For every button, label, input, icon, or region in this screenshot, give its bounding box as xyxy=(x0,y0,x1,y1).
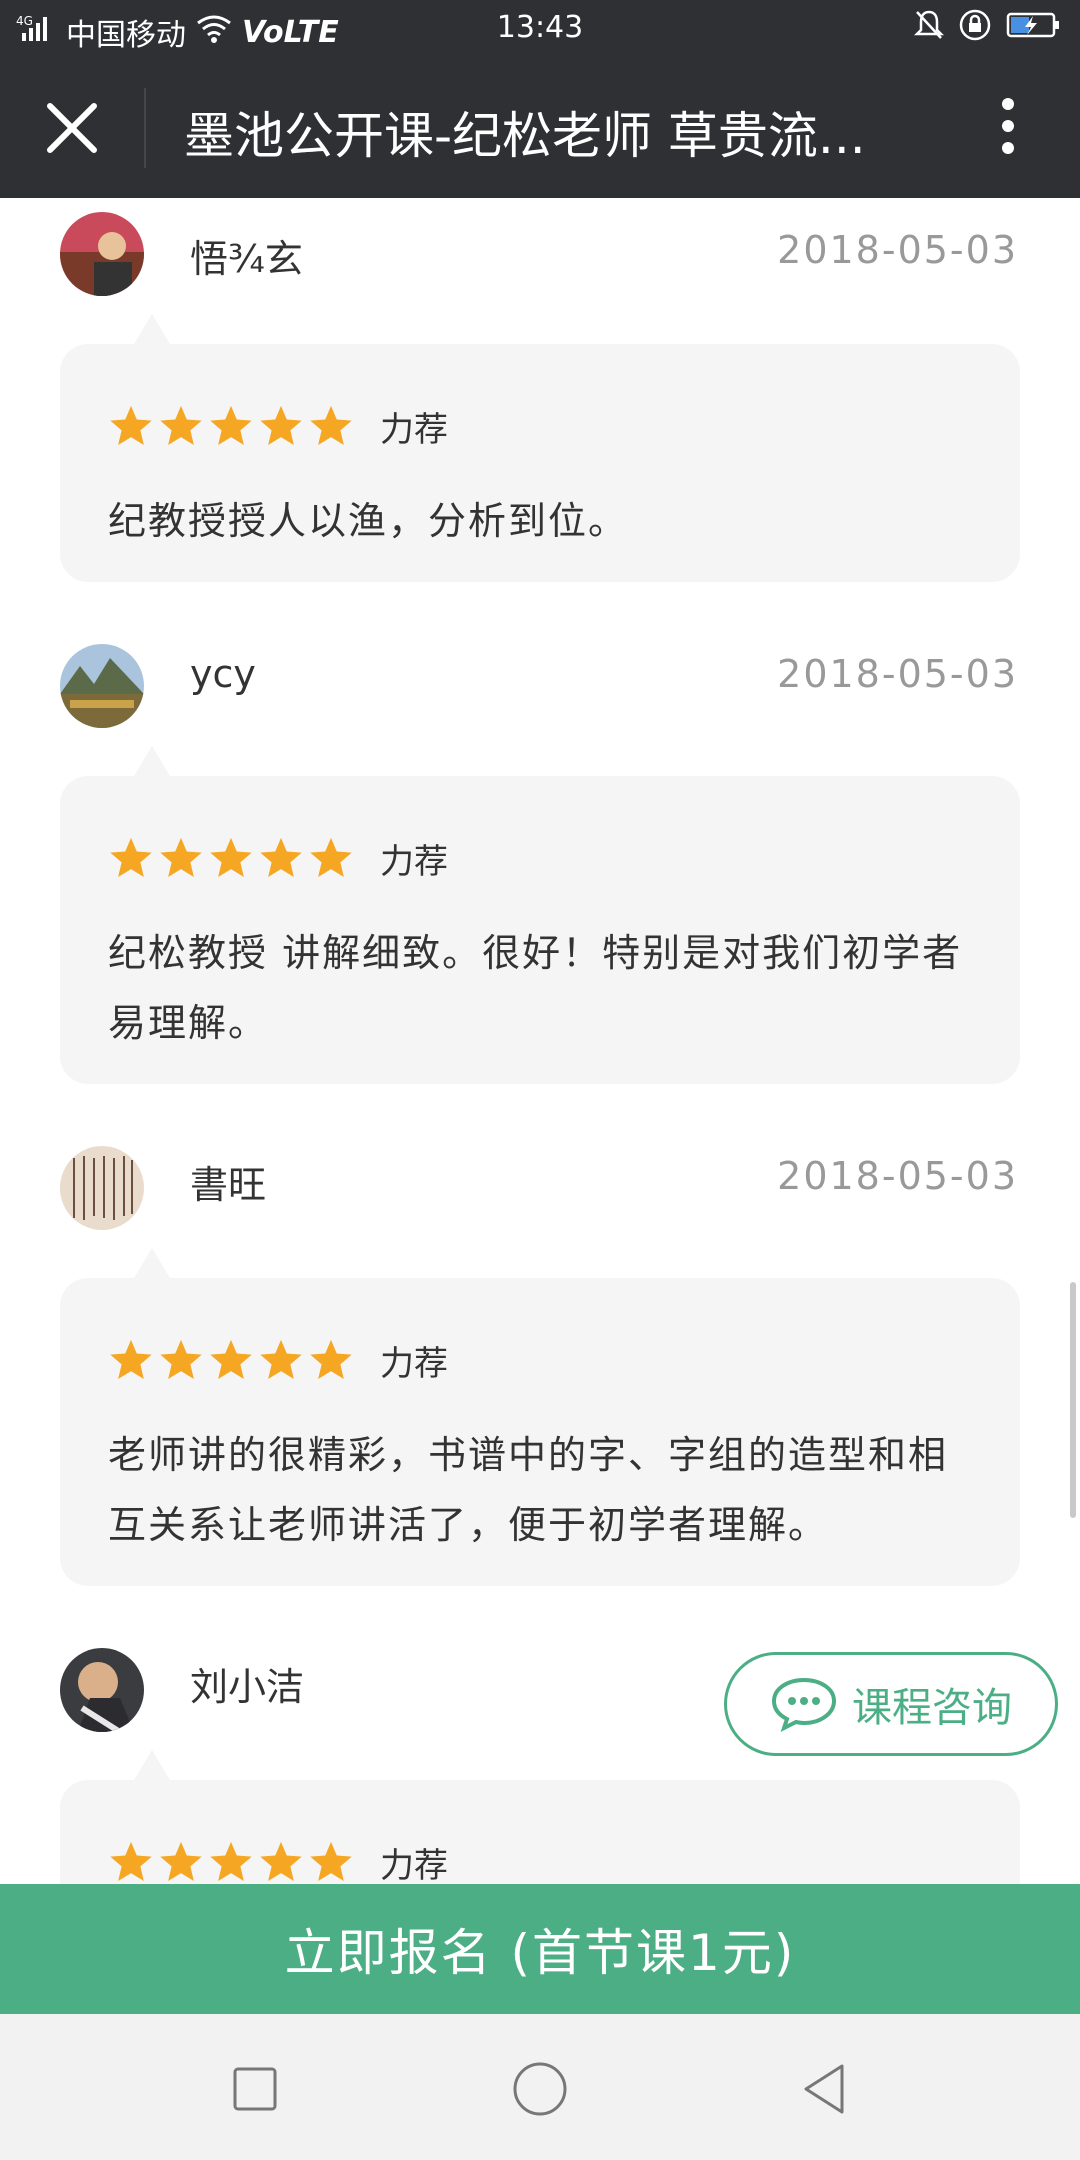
review-date: 2018-05-03 xyxy=(777,652,1018,696)
review-date: 2018-05-03 xyxy=(777,228,1018,272)
rating-row: 力荐 xyxy=(108,400,972,452)
reviewer-name: 刘小洁 xyxy=(190,1665,305,1709)
star-rating xyxy=(108,1337,354,1383)
reviewer-name: 悟¾玄 xyxy=(190,237,303,281)
avatar[interactable] xyxy=(60,644,144,728)
star-icon xyxy=(260,837,302,877)
reviewer-name: ycy xyxy=(190,652,256,696)
review-card: 力荐 xyxy=(60,1750,1020,1884)
star-icon xyxy=(110,837,152,877)
star-icon xyxy=(310,1339,352,1379)
review-text: 纪松教授 讲解细致。很好！特别是对我们初学者易理解。 xyxy=(108,931,963,1045)
star-icon xyxy=(310,405,352,445)
star-icon xyxy=(110,1339,152,1379)
circle-icon xyxy=(513,2062,567,2116)
star-icon xyxy=(210,837,252,877)
avatar[interactable] xyxy=(60,1146,144,1230)
rating-label: 力荐 xyxy=(380,841,448,882)
more-options-button[interactable] xyxy=(996,98,1020,162)
chat-bubble-icon xyxy=(771,1677,837,1732)
star-icon xyxy=(110,1841,152,1881)
star-icon xyxy=(160,1339,202,1379)
avatar[interactable] xyxy=(60,212,144,296)
home-button[interactable] xyxy=(505,2054,575,2124)
battery-icon xyxy=(1006,10,1062,48)
rating-label: 力荐 xyxy=(380,1845,448,1885)
review-card: 力荐 纪松教授 讲解细致。很好！特别是对我们初学者易理解。 xyxy=(60,746,1020,1084)
consult-label: 课程咨询 xyxy=(852,1685,1012,1731)
star-icon xyxy=(160,837,202,877)
rating-row: 力荐 xyxy=(108,832,972,884)
star-icon xyxy=(310,837,352,877)
page-title: 墨池公开课-纪松老师 草贵流... xyxy=(184,107,866,165)
reviews-list[interactable]: 悟¾玄 2018-05-03 力荐 纪教授授人以渔，分析到位。 ycy 2018… xyxy=(0,198,1080,1884)
star-icon xyxy=(260,1339,302,1379)
star-icon xyxy=(210,1841,252,1881)
close-button[interactable] xyxy=(40,96,104,160)
reviewer-name: 書旺 xyxy=(190,1163,267,1207)
title-divider xyxy=(144,88,146,168)
rotation-lock-icon xyxy=(958,8,992,50)
square-icon xyxy=(233,2067,277,2111)
rating-label: 力荐 xyxy=(380,409,448,450)
rating-row: 力荐 xyxy=(108,1334,972,1386)
scroll-indicator[interactable] xyxy=(1070,1282,1076,1518)
review-card: 力荐 老师讲的很精彩，书谱中的字、字组的造型和相互关系让老师讲活了，便于初学者理… xyxy=(60,1248,1020,1586)
triangle-back-icon xyxy=(804,2064,844,2114)
rating-label: 力荐 xyxy=(380,1343,448,1384)
star-icon xyxy=(210,1339,252,1379)
star-icon xyxy=(310,1841,352,1881)
more-dots-icon xyxy=(1002,98,1014,110)
course-consult-button[interactable]: 课程咨询 xyxy=(724,1652,1058,1756)
review-text: 老师讲的很精彩，书谱中的字、字组的造型和相互关系让老师讲活了，便于初学者理解。 xyxy=(108,1433,949,1547)
system-nav-bar xyxy=(0,2014,1080,2160)
review-card: 力荐 纪教授授人以渔，分析到位。 xyxy=(60,314,1020,582)
avatar[interactable] xyxy=(60,1648,144,1732)
close-icon xyxy=(47,103,97,153)
star-icon xyxy=(260,1841,302,1881)
star-icon xyxy=(160,405,202,445)
enroll-button[interactable]: 立即报名 (首节课1元) xyxy=(0,1884,1080,2014)
star-icon xyxy=(110,405,152,445)
star-rating xyxy=(108,835,354,881)
star-rating xyxy=(108,1839,354,1884)
rating-row: 力荐 xyxy=(108,1836,972,1884)
star-icon xyxy=(160,1841,202,1881)
mute-bell-icon xyxy=(913,9,945,49)
recent-apps-button[interactable] xyxy=(220,2054,290,2124)
title-bar: 墨池公开课-纪松老师 草贵流... xyxy=(0,58,1080,198)
star-rating xyxy=(108,403,354,449)
star-icon xyxy=(260,405,302,445)
review-text: 纪教授授人以渔，分析到位。 xyxy=(108,499,629,543)
review-date: 2018-05-03 xyxy=(777,1154,1018,1198)
star-icon xyxy=(210,405,252,445)
status-bar: 4G 中国移动 VoLTE 13:43 xyxy=(0,0,1080,58)
back-button[interactable] xyxy=(790,2054,860,2124)
